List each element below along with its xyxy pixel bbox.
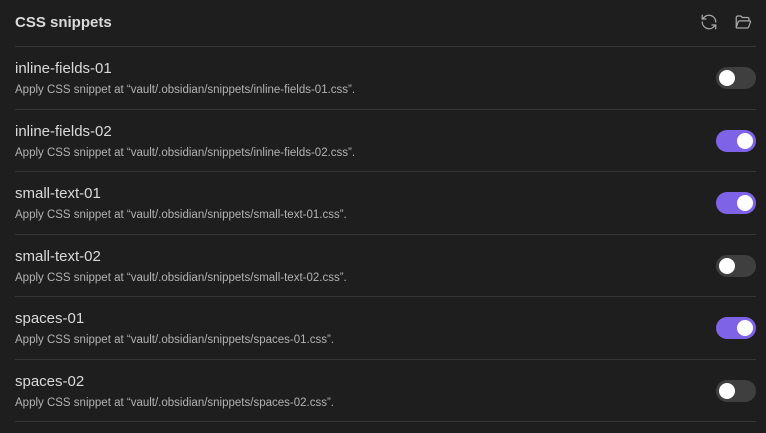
snippet-item: spaces-01 Apply CSS snippet at “vault/.o… <box>15 297 756 360</box>
snippet-list: inline-fields-01 Apply CSS snippet at “v… <box>15 47 756 422</box>
snippet-toggle[interactable] <box>716 67 756 89</box>
css-snippets-panel: CSS snippets inline-fields-01 Apply CSS … <box>15 0 756 422</box>
snippet-item: small-text-02 Apply CSS snippet at “vaul… <box>15 235 756 297</box>
snippet-description: Apply CSS snippet at “vault/.obsidian/sn… <box>15 84 356 96</box>
snippet-item: inline-fields-02 Apply CSS snippet at “v… <box>15 110 756 172</box>
toggle-knob <box>719 257 735 274</box>
snippet-item: inline-fields-01 Apply CSS snippet at “v… <box>15 47 756 110</box>
snippet-name: spaces-02 <box>15 372 85 390</box>
snippet-item: spaces-02 Apply CSS snippet at “vault/.o… <box>15 360 756 422</box>
snippet-toggle[interactable] <box>716 129 756 152</box>
snippet-toggle[interactable] <box>716 317 756 339</box>
reload-snippets-button[interactable] <box>700 13 718 31</box>
toggle-knob <box>719 382 735 399</box>
folder-open-icon <box>735 15 752 29</box>
snippet-name: spaces-01 <box>15 310 85 327</box>
snippet-description: Apply CSS snippet at “vault/.obsidian/sn… <box>15 334 334 346</box>
open-snippets-folder-button[interactable] <box>734 13 752 31</box>
snippet-item: small-text-01 Apply CSS snippet at “vaul… <box>15 172 756 235</box>
reload-icon <box>701 14 717 30</box>
section-title: CSS snippets <box>15 13 112 31</box>
snippet-name: small-text-02 <box>15 247 101 265</box>
snippet-description: Apply CSS snippet at “vault/.obsidian/sn… <box>15 271 347 284</box>
toggle-knob <box>737 132 753 149</box>
snippet-toggle[interactable] <box>716 379 756 402</box>
header-actions <box>700 13 752 31</box>
snippet-name: inline-fields-01 <box>15 60 112 77</box>
snippet-description: Apply CSS snippet at “vault/.obsidian/sn… <box>15 146 356 159</box>
snippet-description: Apply CSS snippet at “vault/.obsidian/sn… <box>15 209 347 221</box>
snippet-toggle[interactable] <box>716 192 756 214</box>
toggle-knob <box>737 195 753 211</box>
snippet-toggle[interactable] <box>716 254 756 277</box>
snippet-name: small-text-01 <box>15 185 101 202</box>
snippet-name: inline-fields-02 <box>15 122 112 140</box>
toggle-knob <box>719 70 735 86</box>
toggle-knob <box>737 320 753 336</box>
css-snippets-header: CSS snippets <box>15 0 756 47</box>
snippet-description: Apply CSS snippet at “vault/.obsidian/sn… <box>15 396 334 409</box>
